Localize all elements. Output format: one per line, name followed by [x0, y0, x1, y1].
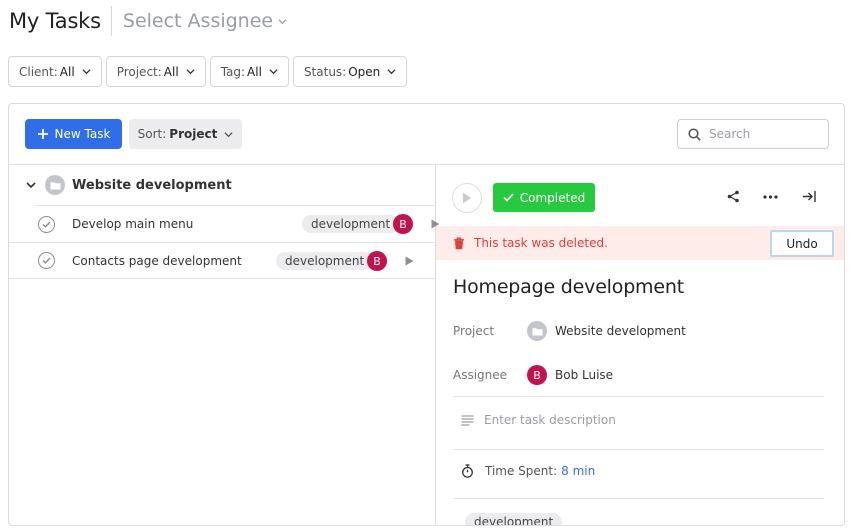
filter-value: All [59, 64, 75, 79]
task-tag: development [302, 215, 400, 233]
check-icon [503, 193, 514, 202]
chevron-down-icon [82, 69, 91, 75]
chevron-down-icon [224, 131, 233, 137]
new-task-button[interactable]: New Task [25, 119, 122, 149]
more-icon[interactable] [763, 195, 778, 199]
avatar: B [393, 214, 413, 234]
filter-project[interactable]: Project: All [105, 56, 206, 87]
assignee-field-label: Assignee [453, 368, 508, 382]
play-icon [463, 192, 472, 204]
assignee-selector-label: Select Assignee [122, 10, 274, 32]
page-header: My Tasks Select Assignee [9, 4, 287, 38]
filter-label: Status: [303, 64, 347, 79]
trash-icon [454, 237, 464, 249]
divider [453, 396, 824, 397]
assignee-field-value[interactable]: B Bob Luise [527, 365, 613, 385]
assignee-selector[interactable]: Select Assignee [123, 10, 287, 32]
search-icon [688, 127, 701, 141]
collapse-panel-icon[interactable] [802, 190, 816, 203]
chevron-down-icon [26, 182, 36, 189]
sort-button[interactable]: Sort: Project [129, 119, 242, 149]
chevron-down-icon [269, 69, 278, 75]
filter-value: Open [348, 64, 381, 79]
task-tag[interactable]: development [465, 513, 563, 525]
sort-value: Project [169, 127, 218, 141]
task-row[interactable]: Contacts page development development B [9, 242, 435, 279]
time-spent-value[interactable]: 8 min [561, 464, 595, 478]
divider [453, 449, 824, 450]
folder-icon [45, 175, 65, 195]
tasks-panel: New Task Sort:Project Website developmen… [8, 103, 845, 526]
project-name: Website development [555, 324, 686, 338]
filter-bar: Client: All Project: All Tag: All Status: Op… [8, 56, 408, 87]
task-name: Contacts page development [72, 253, 242, 268]
filter-status[interactable]: Status: Open [292, 56, 408, 87]
project-field-value[interactable]: Website development [527, 321, 686, 341]
check-circle-icon[interactable] [38, 215, 55, 233]
divider [453, 498, 824, 499]
task-title[interactable]: Homepage development [453, 276, 684, 298]
filter-label: Project: [116, 64, 162, 79]
task-row[interactable]: Develop main menu development B [35, 205, 440, 242]
task-detail-panel: Completed This task was deleted. Undo Ho… [436, 165, 844, 525]
project-field-label: Project [453, 324, 495, 338]
project-group-name: Website development [72, 177, 232, 193]
play-icon[interactable] [405, 256, 414, 266]
new-task-label: New Task [54, 127, 111, 141]
time-spent-label: Time Spent: [485, 464, 558, 478]
check-circle-icon[interactable] [38, 252, 55, 269]
share-icon[interactable] [727, 190, 740, 203]
page-title: My Tasks [9, 9, 101, 33]
project-group-header[interactable]: Website development [9, 165, 435, 205]
filter-tag[interactable]: Tag: All [209, 56, 289, 87]
completed-status-button[interactable]: Completed [493, 183, 595, 212]
description-placeholder: Enter task description [484, 413, 616, 427]
search-box[interactable] [677, 119, 829, 149]
chevron-down-icon [387, 69, 396, 75]
task-list: Website development Develop main menu de… [9, 165, 440, 525]
filter-label: Tag: [220, 64, 246, 79]
start-timer-button[interactable] [452, 183, 482, 213]
toolbar: New Task Sort: Project [9, 104, 844, 165]
task-description-input[interactable]: Enter task description [461, 413, 616, 427]
filter-value: All [163, 64, 179, 79]
filter-label: Client: [19, 64, 58, 79]
avatar: B [367, 251, 387, 271]
assignee-name: Bob Luise [555, 368, 614, 382]
status-label: Completed [519, 190, 586, 205]
description-icon [461, 414, 474, 426]
stopwatch-icon [462, 464, 473, 478]
chevron-down-icon [186, 69, 195, 75]
sort-label: Sort: [137, 127, 167, 141]
task-name: Develop main menu [72, 217, 194, 231]
chevron-down-icon [278, 18, 287, 24]
header-divider [110, 6, 112, 36]
avatar: B [527, 365, 547, 385]
deleted-alert: This task was deleted. Undo [436, 226, 844, 260]
filter-value: All [247, 64, 262, 79]
task-tag: development [276, 252, 374, 270]
search-input[interactable] [709, 127, 819, 141]
alert-message: This task was deleted. [474, 236, 608, 250]
undo-button[interactable]: Undo [770, 230, 834, 257]
filter-client[interactable]: Client: All [8, 56, 102, 87]
plus-icon [37, 129, 48, 139]
folder-icon [527, 321, 547, 341]
time-spent: Time Spent: 8 min [461, 464, 595, 478]
